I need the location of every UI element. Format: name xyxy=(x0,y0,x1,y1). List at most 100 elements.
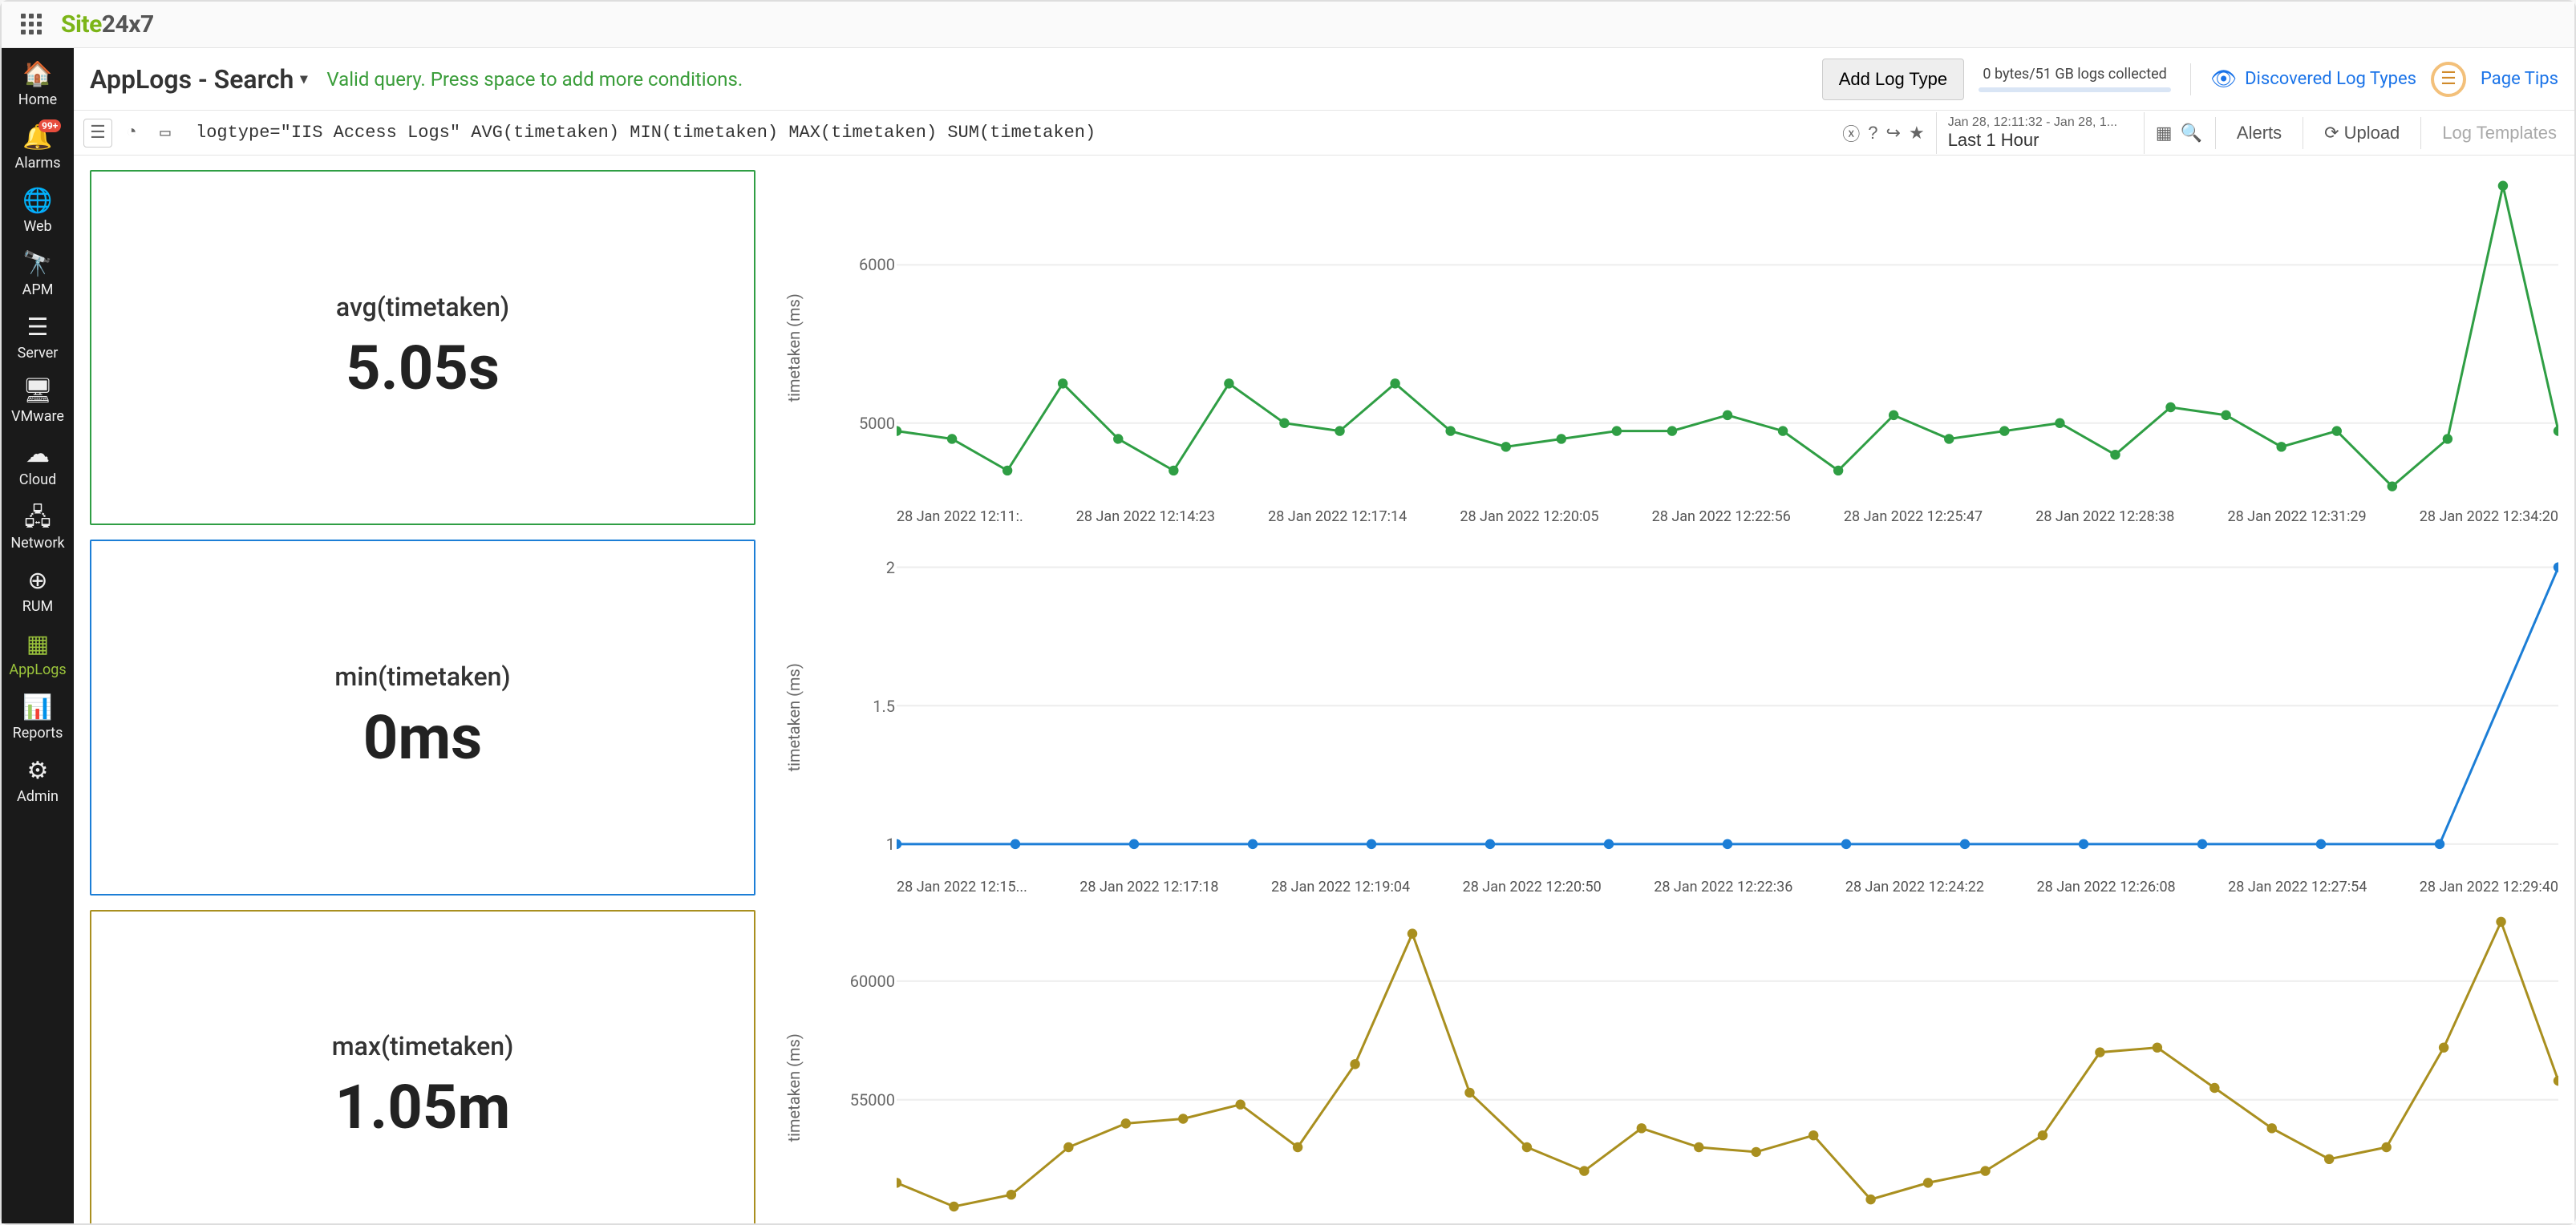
log-templates-button[interactable]: Log Templates xyxy=(2434,123,2565,144)
xtick-label: 28 Jan 2022 12:26:08 xyxy=(2037,879,2176,896)
upload-icon: ⟳ xyxy=(2324,123,2339,144)
query-input[interactable]: logtype="IIS Access Logs" AVG(timetaken)… xyxy=(196,123,1842,143)
nav-item-server[interactable]: ☰ Server xyxy=(2,306,74,370)
page-header: AppLogs - Search ▾ Valid query. Press sp… xyxy=(74,48,2574,111)
search-icon[interactable]: 🔍 xyxy=(2180,123,2201,144)
stat-value: 5.05s xyxy=(346,332,500,404)
discovered-log-types-link[interactable]: 👁 Discovered Log Types xyxy=(2210,67,2416,91)
xtick-label: 28 Jan 2022 12:25:47 xyxy=(1844,508,1983,525)
stat-row-green: avg(timetaken) 5.05stimetaken (ms)500060… xyxy=(90,170,2558,525)
web-icon: 🌐 xyxy=(22,189,52,213)
nav-label: Network xyxy=(10,535,64,552)
nav-item-home[interactable]: 🏠 Home xyxy=(2,53,74,116)
nav-item-apm[interactable]: 🔭 APM xyxy=(2,243,74,306)
nav-label: APM xyxy=(22,281,54,298)
query-bar: ☰ ◔ ▭ logtype="IIS Access Logs" AVG(time… xyxy=(74,111,2574,156)
plot-column: 11.5228 Jan 2022 12:15...28 Jan 2022 12:… xyxy=(808,540,2558,895)
stat-row-olive: max(timetaken) 1.05mtimetaken (ms)550006… xyxy=(90,910,2558,1223)
left-nav: 🏠 Home🔔 Alarms99+🌐 Web🔭 APM☰ Server🖥 VMw… xyxy=(2,48,74,1223)
xtick-label: 28 Jan 2022 12:24:22 xyxy=(1845,879,1984,896)
nav-label: Web xyxy=(23,218,51,235)
nav-item-network[interactable]: 🖧 Network xyxy=(2,496,74,560)
upload-button[interactable]: ⟳ Upload xyxy=(2316,123,2408,144)
brand-site: Site xyxy=(61,10,102,38)
ytick-label: 1.5 xyxy=(815,697,895,716)
nav-item-rum[interactable]: ⊕ RUM xyxy=(2,560,74,623)
plot-column: 550006000028 Jan 2022 12:11:.28 Jan 2022… xyxy=(808,910,2558,1223)
pie-icon[interactable]: ◔ xyxy=(117,119,146,148)
ytick-label: 5000 xyxy=(815,414,895,433)
nav-label: Home xyxy=(18,91,57,108)
ytick-label: 2 xyxy=(815,558,895,577)
star-icon[interactable]: ★ xyxy=(1909,123,1925,144)
query-valid-message: Valid query. Press space to add more con… xyxy=(326,68,743,91)
plot-area[interactable]: 50006000 xyxy=(897,170,2558,502)
calendar-icon[interactable]: ▦ xyxy=(2156,123,2173,144)
nav-label: Admin xyxy=(17,788,59,805)
plot-area[interactable]: 5500060000 xyxy=(897,910,2558,1223)
chevron-down-icon[interactable]: ▾ xyxy=(300,71,307,87)
ytick-label: 55000 xyxy=(815,1090,895,1110)
nav-item-vmware[interactable]: 🖥 VMware xyxy=(2,370,74,433)
note-icon[interactable]: ▭ xyxy=(151,119,180,148)
xtick-label: 28 Jan 2022 12:14:23 xyxy=(1076,508,1215,525)
help-icon[interactable]: ? xyxy=(1868,123,1877,144)
chart-green: timetaken (ms)5000600028 Jan 2022 12:11:… xyxy=(780,170,2558,525)
ytick-label: 6000 xyxy=(815,255,895,274)
xaxis: 28 Jan 2022 12:15... 28 Jan 2022 12:17:18… xyxy=(897,872,2558,896)
xtick-label: 28 Jan 2022 12:15... xyxy=(897,879,1027,896)
yaxis-label: timetaken (ms) xyxy=(780,910,808,1223)
nav-item-alarms[interactable]: 🔔 Alarms99+ xyxy=(2,116,74,180)
stat-title: avg(timetaken) xyxy=(336,292,509,322)
xtick-label: 28 Jan 2022 12:22:56 xyxy=(1652,508,1791,525)
page-tips-link[interactable]: Page Tips xyxy=(2481,69,2558,89)
page-header-right: Add Log Type 0 bytes/51 GB logs collecte… xyxy=(1822,59,2558,100)
nav-label: Cloud xyxy=(19,471,56,488)
alerts-button[interactable]: Alerts xyxy=(2229,123,2290,144)
home-icon: 🏠 xyxy=(22,63,52,87)
apps-grid-icon[interactable] xyxy=(21,14,43,36)
xtick-label: 28 Jan 2022 12:17:18 xyxy=(1079,879,1218,896)
rum-icon: ⊕ xyxy=(27,569,47,593)
nav-label: Reports xyxy=(13,725,63,742)
time-range-label: Last 1 Hour xyxy=(1948,130,2132,151)
stat-value: 0ms xyxy=(363,701,482,774)
eye-icon: 👁 xyxy=(2210,67,2237,91)
stat-title: min(timetaken) xyxy=(334,661,510,692)
page-title[interactable]: AppLogs - Search ▾ xyxy=(90,64,307,95)
xtick-label: 28 Jan 2022 12:17:14 xyxy=(1268,508,1407,525)
clear-icon[interactable]: ⓧ xyxy=(1842,120,1860,146)
cloud-icon: ☁ xyxy=(26,443,50,467)
share-icon[interactable]: ↪ xyxy=(1886,123,1901,144)
brand-suffix: 24x7 xyxy=(102,10,154,38)
help-badge-icon[interactable]: ☰ xyxy=(2431,62,2466,97)
list-view-icon[interactable]: ☰ xyxy=(83,119,112,148)
upload-label: Upload xyxy=(2344,123,2400,144)
log-quota-bar xyxy=(1979,87,2171,92)
badge: 99+ xyxy=(38,119,61,132)
stat-card-green: avg(timetaken) 5.05s xyxy=(90,170,755,525)
nav-item-admin[interactable]: ⚙ Admin xyxy=(2,750,74,813)
nav-item-reports[interactable]: 📊 Reports xyxy=(2,686,74,750)
discovered-log-types-label: Discovered Log Types xyxy=(2245,69,2416,89)
add-log-type-button[interactable]: Add Log Type xyxy=(1822,59,1964,100)
separator xyxy=(2420,117,2421,149)
nav-item-cloud[interactable]: ☁ Cloud xyxy=(2,433,74,496)
apm-icon: 🔭 xyxy=(22,253,52,277)
nav-label: VMware xyxy=(11,408,64,425)
nav-item-web[interactable]: 🌐 Web xyxy=(2,180,74,243)
plot-area[interactable]: 11.52 xyxy=(897,540,2558,871)
xtick-label: 28 Jan 2022 12:28:38 xyxy=(2035,508,2174,525)
nav-item-applogs[interactable]: ▦ AppLogs xyxy=(2,623,74,686)
log-quota: 0 bytes/51 GB logs collected xyxy=(1979,66,2171,92)
plot-column: 5000600028 Jan 2022 12:11:.28 Jan 2022 1… xyxy=(808,170,2558,525)
time-range-selector[interactable]: Jan 28, 12:11:32 - Jan 28, 1... Last 1 H… xyxy=(1936,112,2145,154)
stat-card-olive: max(timetaken) 1.05m xyxy=(90,910,755,1223)
separator xyxy=(2215,117,2216,149)
time-range-text: Jan 28, 12:11:32 - Jan 28, 1... xyxy=(1948,115,2132,130)
xtick-label: 28 Jan 2022 12:22:36 xyxy=(1654,879,1792,896)
nav-label: RUM xyxy=(22,598,53,615)
nav-label: AppLogs xyxy=(9,661,66,678)
xtick-label: 28 Jan 2022 12:20:50 xyxy=(1463,879,1602,896)
brand-bar: Site24x7 xyxy=(2,2,2574,48)
